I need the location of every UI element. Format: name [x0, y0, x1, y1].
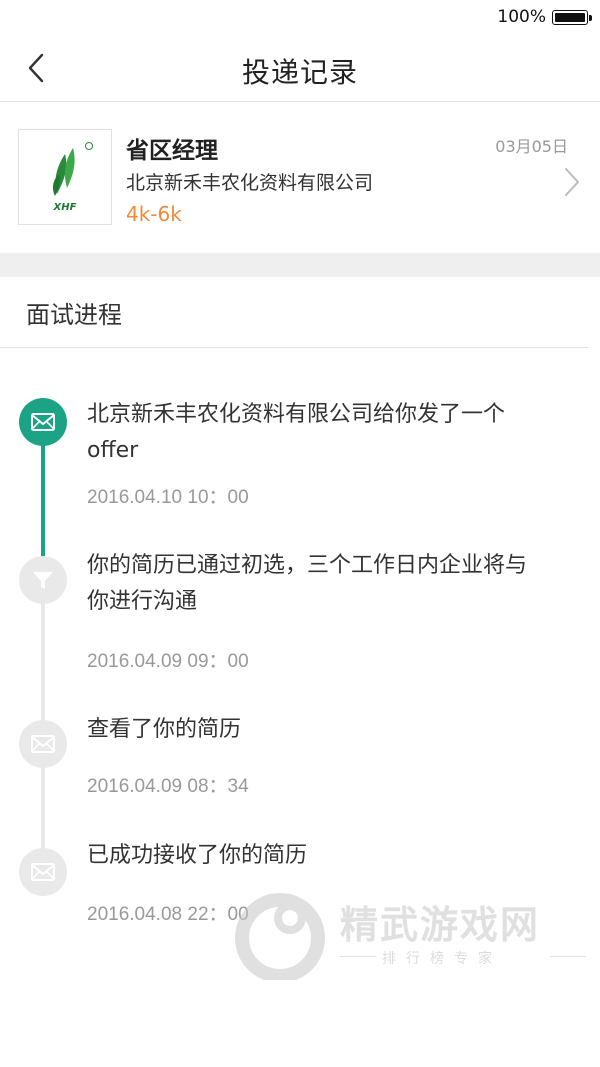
timeline-event-text: 北京新禾丰农化资料有限公司给你发了一个 offer	[87, 402, 506, 463]
section-title: 面试进程	[26, 301, 122, 329]
salary: 4k-6k	[126, 202, 182, 226]
timeline-line	[41, 558, 45, 874]
watermark-rule	[340, 956, 376, 957]
company-name: 北京新禾丰农化资料有限公司	[126, 172, 374, 194]
timeline-event-text: 你的简历已通过初选，三个工作日内企业将与 你进行沟通	[87, 553, 528, 614]
timeline-node	[19, 720, 67, 768]
timeline-node	[19, 556, 67, 604]
section-header: 面试进程	[0, 277, 600, 348]
battery-icon	[552, 10, 592, 25]
apply-date: 03月05日	[495, 137, 568, 156]
timeline-node	[19, 398, 67, 446]
watermark-rule	[550, 956, 586, 957]
interview-timeline: 北京新禾丰农化资料有限公司给你发了一个 offer 2016.04.10 10：…	[0, 348, 600, 948]
nav-bar: 投递记录	[0, 34, 600, 102]
timeline-event-text: 已成功接收了你的简历	[87, 843, 308, 868]
section-separator	[0, 253, 600, 277]
timeline-node	[19, 848, 67, 896]
job-card[interactable]: XHF 省区经理 北京新禾丰农化资料有限公司 4k-6k 03月05日	[0, 103, 600, 253]
company-logo: XHF	[18, 129, 112, 225]
status-bar: 100%	[0, 0, 600, 34]
battery-percent: 100%	[497, 7, 546, 27]
chevron-right-icon	[565, 168, 579, 196]
filter-icon	[33, 572, 53, 589]
envelope-icon	[31, 413, 55, 431]
watermark-logo-icon	[235, 893, 325, 980]
timeline-event-text: 查看了你的简历	[87, 717, 242, 742]
watermark-subtitle: 排行榜专家	[382, 951, 502, 967]
envelope-icon	[31, 735, 55, 753]
timeline-event-time: 2016.04.08 22：00	[87, 904, 249, 925]
timeline-event-time: 2016.04.09 09：00	[87, 651, 249, 672]
watermark-name: 精武游戏网	[340, 903, 541, 947]
page-title: 投递记录	[241, 56, 358, 89]
job-title: 省区经理	[126, 138, 218, 164]
watermark: 精武游戏网 排行榜专家	[232, 884, 592, 984]
timeline-event-time: 2016.04.10 10：00	[87, 487, 249, 508]
envelope-icon	[31, 863, 55, 881]
timeline-event-time: 2016.04.09 08：34	[87, 776, 249, 797]
logo-text: XHF	[53, 202, 77, 213]
